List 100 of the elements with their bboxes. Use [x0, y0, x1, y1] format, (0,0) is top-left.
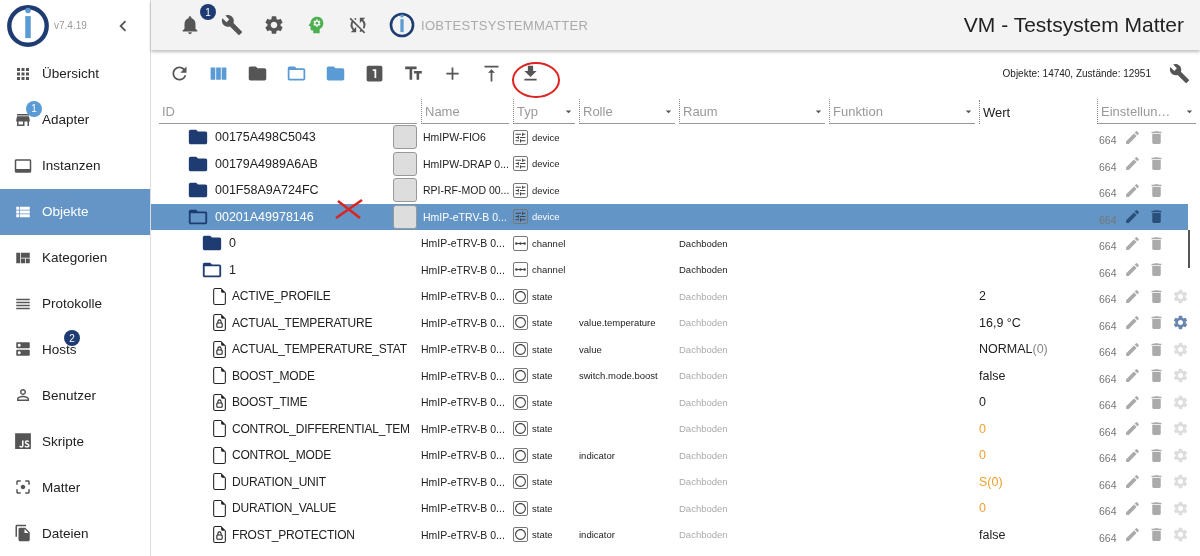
object-name: HmIP-eTRV-B 0... [421, 528, 505, 541]
object-role: indicator [579, 529, 615, 541]
edit-icon[interactable] [1123, 499, 1141, 517]
edit-icon[interactable] [1123, 128, 1141, 146]
table-row[interactable]: BOOST_TIME HmIP-eTRV-B 0... state Dachboden 0 664 [151, 389, 1188, 416]
table-row[interactable]: CONTROL_MODE HmIP-eTRV-B 0... state indicator Dachboden 0 664 [151, 442, 1188, 469]
table-row[interactable]: 001F58A9A724FC RPI-RF-MOD 00... device 664 [151, 177, 1188, 204]
object-name: RPI-RF-MOD 00... [423, 184, 510, 197]
edit-icon[interactable] [1123, 155, 1141, 173]
table-row[interactable]: CONTROL_DIFFERENTIAL_TEM HmIP-eTRV-B 0... state Dachboden 0 664 [151, 415, 1188, 442]
table-row[interactable]: 1 HmIP-eTRV-B 0... channel Dachboden 664 [151, 256, 1188, 283]
acl-value: 664 [1099, 266, 1117, 279]
edit-icon[interactable] [1123, 234, 1141, 252]
edit-icon[interactable] [1123, 446, 1141, 464]
edit-icon[interactable] [1123, 340, 1141, 358]
table-row[interactable]: BOOST_MODE HmIP-eTRV-B 0... state switch.mode.boost Dachboden false 664 [151, 362, 1188, 389]
acl-value: 664 [1099, 425, 1117, 438]
edit-icon[interactable] [1123, 526, 1141, 544]
acl-value: 664 [1099, 240, 1117, 253]
table-row[interactable]: 00175A498C5043 HmIPW-FIO6 device 664 [151, 124, 1188, 151]
object-room: Dachboden [679, 502, 728, 514]
acl-value: 664 [1099, 187, 1117, 200]
object-type: state [532, 423, 553, 435]
object-value: 2 [979, 289, 986, 304]
edit-icon[interactable] [1123, 287, 1141, 305]
state-type-icon [513, 394, 528, 410]
wrench-icon[interactable] [1169, 62, 1190, 84]
object-id: ACTIVE_PROFILE [232, 289, 331, 304]
device-type-icon [513, 182, 528, 198]
wrench-icon[interactable] [221, 14, 243, 36]
table-row[interactable]: FROST_PROTECTION HmIP-eTRV-B 0... state indicator Dachboden false 664 [151, 521, 1188, 548]
object-id: 00201A49978146 [215, 209, 314, 224]
object-room: Dachboden [679, 343, 728, 355]
state-type-icon [513, 368, 528, 384]
object-type: state [532, 449, 553, 461]
table-row[interactable]: ACTUAL_TEMPERATURE HmIP-eTRV-B 0... state value.temperature Dachboden 16,9 °C 664 [151, 309, 1188, 336]
sidebar-item[interactable]: Kategorien [0, 234, 150, 281]
object-role: value.temperature [579, 317, 656, 329]
sidebar-item[interactable]: Protokolle [0, 280, 150, 327]
sidebar-item[interactable]: Skripte [0, 418, 150, 465]
object-type: device [532, 131, 560, 143]
edit-icon[interactable] [1123, 393, 1141, 411]
sidebar-item[interactable]: Benutzer [0, 372, 150, 419]
object-role: switch.mode.boost [579, 370, 658, 382]
edit-icon[interactable] [1123, 208, 1141, 226]
object-type: state [532, 529, 553, 541]
object-type: state [532, 370, 553, 382]
object-value: 0 [979, 501, 986, 516]
object-room: Dachboden [679, 476, 728, 488]
object-id: BOOST_MODE [232, 368, 315, 383]
object-id: BOOST_TIME [232, 395, 308, 410]
sidebar-item[interactable]: Dateien [0, 510, 150, 556]
acl-value: 664 [1099, 478, 1117, 491]
edit-icon[interactable] [1123, 261, 1141, 279]
object-value: 0 [979, 395, 986, 410]
hand-drawn-circle [511, 60, 561, 100]
object-room: Dachboden [679, 264, 728, 276]
settings-icon[interactable] [263, 14, 285, 36]
sidebar-item[interactable]: Matter [0, 464, 150, 511]
object-id: ACTUAL_TEMPERATURE_STAT [232, 342, 407, 357]
table-row[interactable]: ACTUAL_TEMPERATURE_STAT HmIP-eTRV-B 0... state value Dachboden NORMAL(0) 664 [151, 336, 1188, 363]
settings-icon[interactable] [1171, 314, 1189, 332]
files-icon [14, 524, 32, 543]
object-value: 16,9 °C [979, 315, 1021, 330]
object-id: FROST_PROTECTION [232, 527, 355, 542]
object-type: channel [532, 237, 566, 249]
acl-value: 664 [1099, 399, 1117, 412]
sidebar-item[interactable]: Hosts 2 [0, 326, 150, 373]
object-type: channel [532, 264, 566, 276]
acl-value: 664 [1099, 213, 1117, 226]
object-name: HmIP-eTRV-B 0... [421, 396, 505, 409]
table-row[interactable]: 0 HmIP-eTRV-B 0... channel Dachboden 664 [151, 230, 1188, 257]
system-logo [389, 12, 415, 38]
sidebar-item[interactable]: Instanzen [0, 142, 150, 189]
device-image [393, 151, 417, 176]
table-row[interactable]: DURATION_VALUE HmIP-eTRV-B 0... state Dachboden 0 664 [151, 495, 1188, 522]
sidebar-item[interactable]: Adapter 1 [0, 96, 150, 143]
device-image [393, 125, 417, 150]
table-row[interactable]: 00179A4989A6AB HmIPW-DRAP 0... device 664 [151, 150, 1188, 177]
object-value: false [979, 527, 1006, 542]
window-icon [14, 156, 32, 175]
edit-icon[interactable] [1123, 420, 1141, 438]
edit-icon[interactable] [1123, 181, 1141, 199]
table-row[interactable]: ACTIVE_PROFILE HmIP-eTRV-B 0... state Dachboden 2 664 [151, 283, 1188, 310]
sidebar-item[interactable]: Übersicht [0, 51, 150, 97]
edit-icon[interactable] [1123, 473, 1141, 491]
state-type-icon [513, 341, 528, 357]
table-row[interactable]: DURATION_UNIT HmIP-eTRV-B 0... state Dachboden S(0) 664 [151, 468, 1188, 495]
column-header: Wert [979, 100, 1093, 124]
edit-icon[interactable] [1123, 314, 1141, 332]
version-label: v7.4.19 [54, 20, 87, 31]
edit-icon[interactable] [1123, 367, 1141, 385]
acl-value: 664 [1099, 346, 1117, 359]
acl-value: 664 [1099, 531, 1117, 544]
object-type: state [532, 502, 553, 514]
object-room: Dachboden [679, 317, 728, 329]
focus-icon [14, 478, 32, 497]
object-name: HmIP-eTRV-B 0... [421, 502, 505, 515]
object-type: state [532, 476, 553, 488]
device-type-icon [513, 156, 528, 172]
